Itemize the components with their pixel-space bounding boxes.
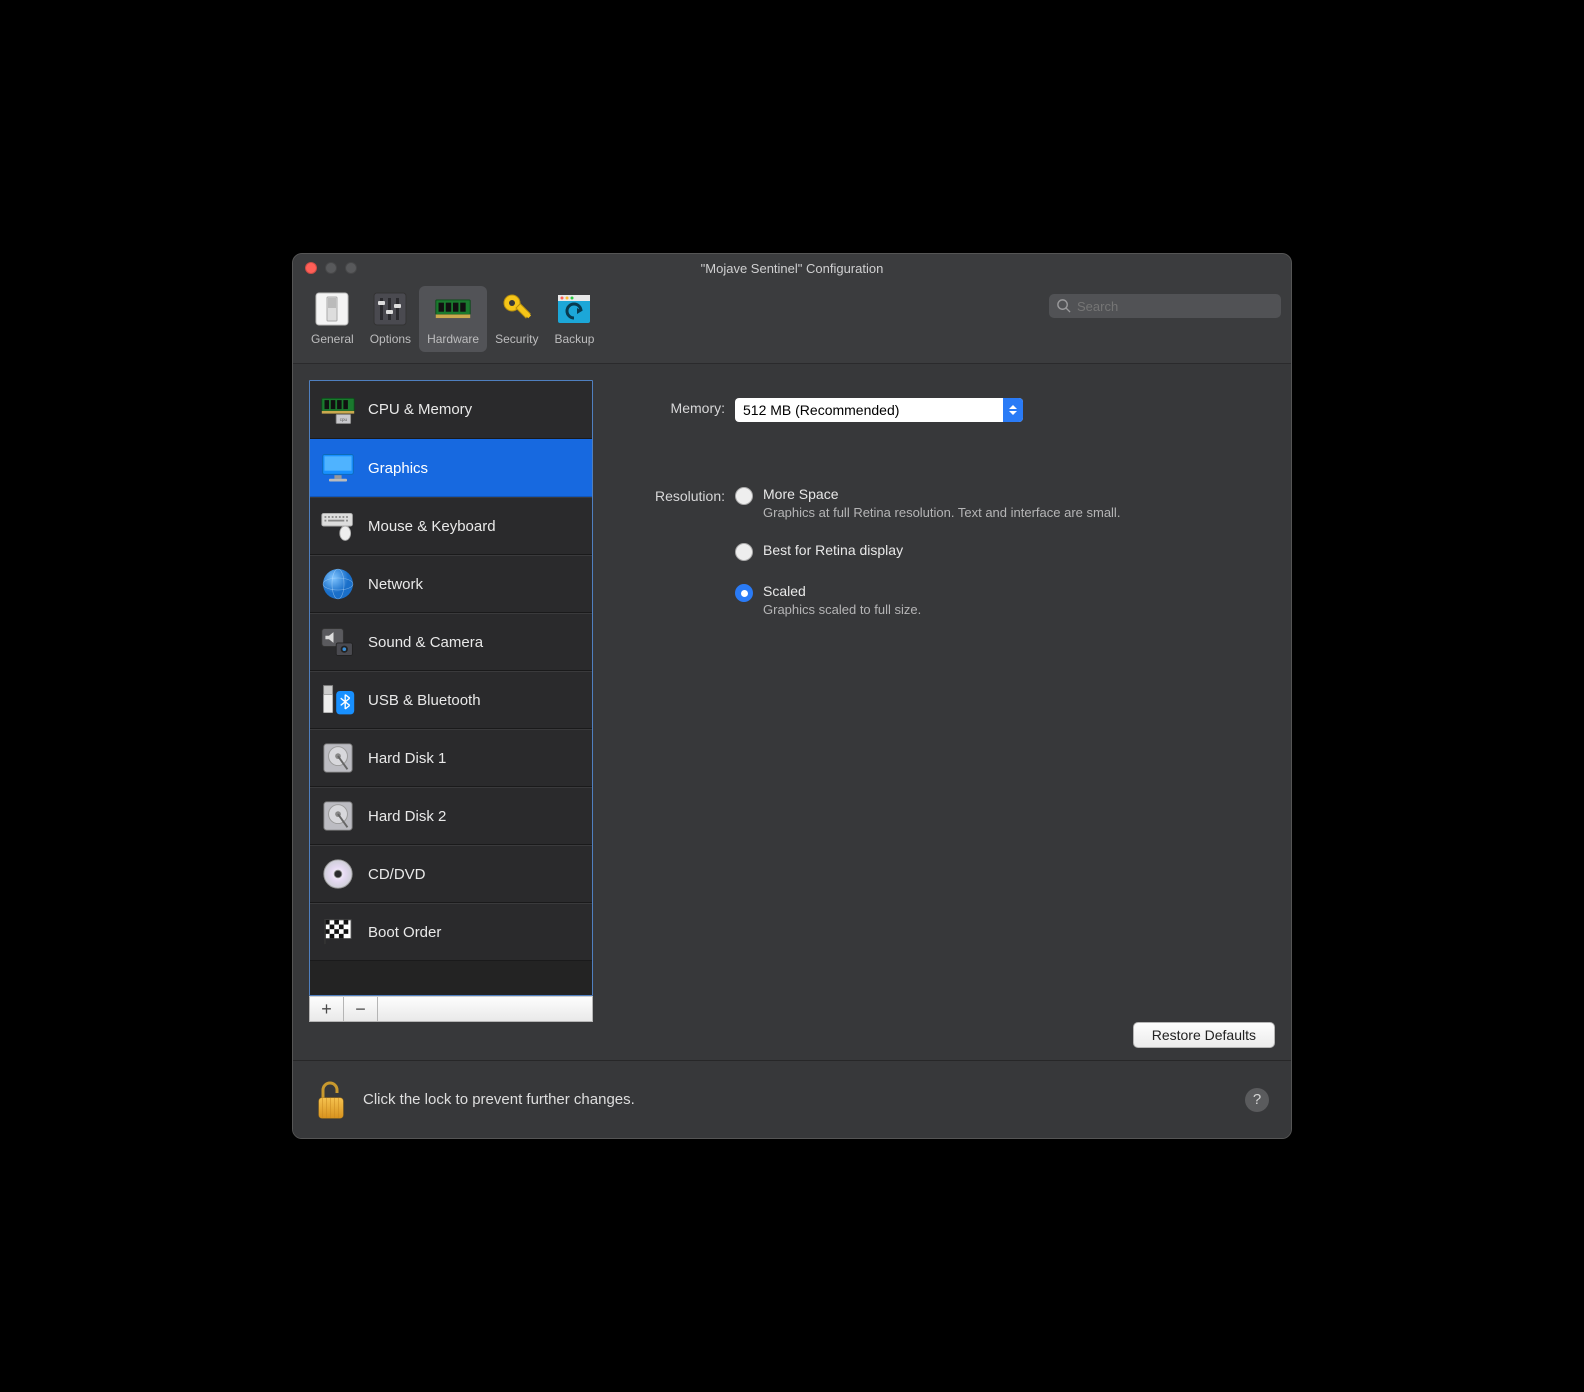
hard-disk-icon	[320, 798, 356, 834]
sidebar-item-label: Mouse & Keyboard	[368, 518, 496, 535]
memory-select[interactable]: 512 MB (Recommended)	[735, 398, 1023, 422]
resolution-label: Resolution:	[627, 486, 735, 504]
title-bar: "Mojave Sentinel" Configuration	[293, 254, 1291, 282]
key-icon	[498, 290, 536, 328]
sidebar-wrap: cpu CPU & Memory Graphics	[309, 380, 593, 1022]
search-input[interactable]	[1049, 294, 1281, 318]
minimize-icon[interactable]	[325, 262, 337, 274]
sidebar-item-label: Network	[368, 576, 423, 593]
sidebar-item-label: Graphics	[368, 460, 428, 477]
radio-desc: Graphics scaled to full size.	[763, 602, 921, 617]
sidebar-item-hard-disk-1[interactable]: Hard Disk 1	[310, 729, 592, 787]
sidebar-item-label: CD/DVD	[368, 866, 426, 883]
monitor-icon	[320, 450, 356, 486]
flag-icon	[320, 914, 356, 950]
content-row: cpu CPU & Memory Graphics	[293, 364, 1291, 1022]
config-window: "Mojave Sentinel" Configuration General …	[292, 253, 1292, 1139]
toolbar-label: Hardware	[427, 332, 479, 346]
sliders-icon	[371, 290, 409, 328]
sidebar-item-label: Hard Disk 1	[368, 750, 446, 767]
restore-defaults-button[interactable]: Restore Defaults	[1133, 1022, 1275, 1048]
toolbar-label: General	[311, 332, 354, 346]
add-button[interactable]: +	[310, 997, 344, 1021]
disc-icon	[320, 856, 356, 892]
radio-more-space[interactable]: More Space Graphics at full Retina resol…	[735, 486, 1120, 520]
toolbar: General Options Hardware Security Backup	[293, 282, 1291, 364]
radio-title: More Space	[763, 486, 838, 502]
toolbar-label: Options	[370, 332, 411, 346]
toolbar-label: Backup	[554, 332, 594, 346]
remove-button[interactable]: −	[344, 997, 378, 1021]
lock-open-icon[interactable]	[315, 1080, 347, 1120]
sidebar-item-graphics[interactable]: Graphics	[310, 439, 592, 497]
footer: Click the lock to prevent further change…	[293, 1060, 1291, 1138]
memory-row: Memory: 512 MB (Recommended)	[627, 398, 1257, 422]
radio-scaled[interactable]: Scaled Graphics scaled to full size.	[735, 583, 1120, 617]
sidebar-item-label: Hard Disk 2	[368, 808, 446, 825]
sidebar-item-label: USB & Bluetooth	[368, 692, 481, 709]
hard-disk-icon	[320, 740, 356, 776]
sidebar-item-hard-disk-2[interactable]: Hard Disk 2	[310, 787, 592, 845]
zoom-icon[interactable]	[345, 262, 357, 274]
settings-panel: Memory: 512 MB (Recommended) Resolution:	[593, 380, 1275, 1022]
sidebar-item-network[interactable]: Network	[310, 555, 592, 613]
toolbar-item-general[interactable]: General	[303, 286, 362, 352]
sidebar-item-usb-bluetooth[interactable]: USB & Bluetooth	[310, 671, 592, 729]
sidebar-item-sound-camera[interactable]: Sound & Camera	[310, 613, 592, 671]
sidebar-item-cd-dvd[interactable]: CD/DVD	[310, 845, 592, 903]
switch-icon	[313, 290, 351, 328]
memory-label: Memory:	[627, 398, 735, 416]
usb-bluetooth-icon	[320, 682, 356, 718]
radio-title: Best for Retina display	[763, 542, 903, 558]
toolbar-item-hardware[interactable]: Hardware	[419, 286, 487, 352]
globe-icon	[320, 566, 356, 602]
sidebar-item-label: Boot Order	[368, 924, 441, 941]
sidebar-item-cpu-memory[interactable]: cpu CPU & Memory	[310, 381, 592, 439]
radio-text: Best for Retina display	[763, 542, 903, 558]
ram-icon	[434, 290, 472, 328]
resolution-radio-group: More Space Graphics at full Retina resol…	[735, 486, 1120, 617]
window-title: "Mojave Sentinel" Configuration	[293, 261, 1291, 276]
sidebar-item-label: CPU & Memory	[368, 401, 472, 418]
sidebar-item-boot-order[interactable]: Boot Order	[310, 903, 592, 961]
main-area: cpu CPU & Memory Graphics	[293, 364, 1291, 1138]
toolbar-item-security[interactable]: Security	[487, 286, 546, 352]
backup-icon	[555, 290, 593, 328]
restore-row: Restore Defaults	[293, 1022, 1291, 1060]
radio-title: Scaled	[763, 583, 806, 599]
lock-text: Click the lock to prevent further change…	[363, 1091, 635, 1108]
sidebar-item-mouse-keyboard[interactable]: Mouse & Keyboard	[310, 497, 592, 555]
radio-best-retina[interactable]: Best for Retina display	[735, 542, 1120, 561]
radio-desc: Graphics at full Retina resolution. Text…	[763, 505, 1120, 520]
hardware-sidebar: cpu CPU & Memory Graphics	[309, 380, 593, 996]
close-icon[interactable]	[305, 262, 317, 274]
radio-icon	[735, 584, 753, 602]
resolution-row: Resolution: More Space Graphics at full …	[627, 486, 1257, 617]
search-wrap	[1049, 294, 1281, 318]
sound-camera-icon	[320, 624, 356, 660]
keyboard-mouse-icon	[320, 508, 356, 544]
radio-text: Scaled Graphics scaled to full size.	[763, 583, 921, 617]
sidebar-footer-spacer	[378, 997, 592, 1021]
memory-value: 512 MB (Recommended)	[743, 402, 899, 418]
help-button[interactable]: ?	[1245, 1088, 1269, 1112]
radio-text: More Space Graphics at full Retina resol…	[763, 486, 1120, 520]
radio-icon	[735, 487, 753, 505]
toolbar-item-options[interactable]: Options	[362, 286, 419, 352]
chevrons-icon	[1003, 398, 1023, 422]
toolbar-item-backup[interactable]: Backup	[546, 286, 602, 352]
traffic-lights	[293, 262, 357, 274]
sidebar-item-label: Sound & Camera	[368, 634, 483, 651]
svg-text:cpu: cpu	[340, 416, 348, 421]
toolbar-label: Security	[495, 332, 538, 346]
radio-icon	[735, 543, 753, 561]
sidebar-footer: + −	[309, 996, 593, 1022]
ram-icon: cpu	[320, 392, 356, 428]
